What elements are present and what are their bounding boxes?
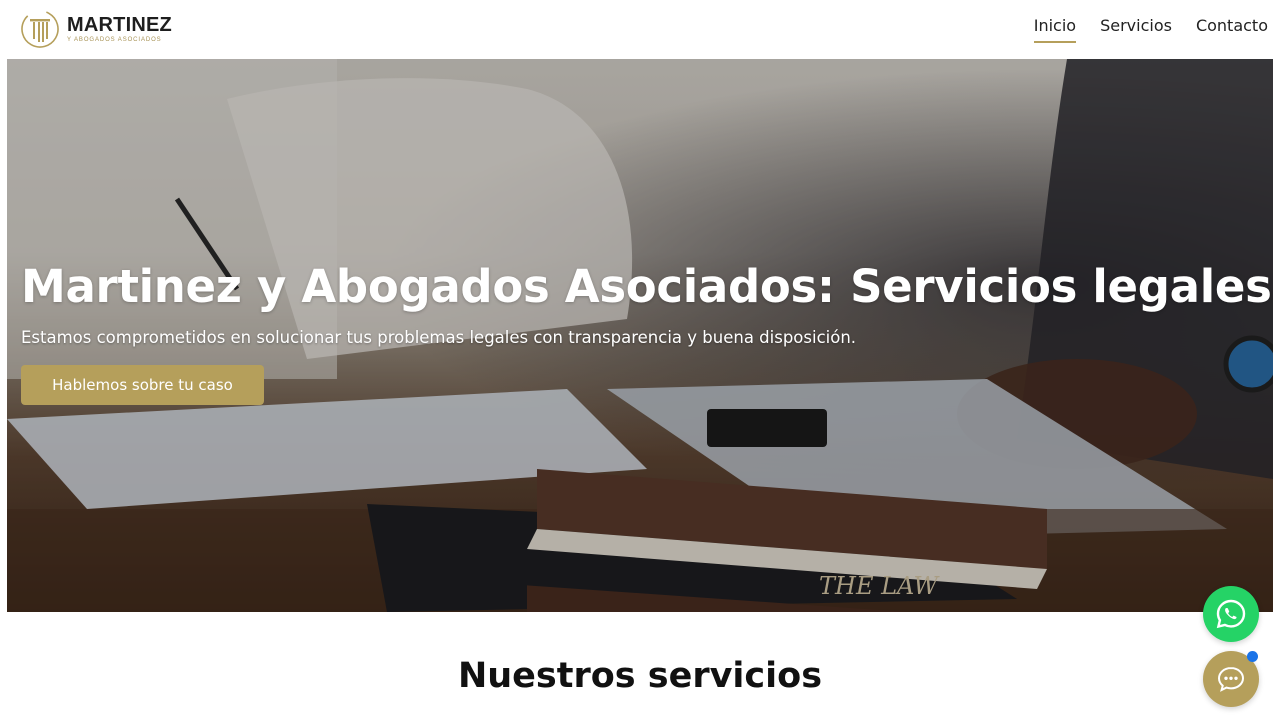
- services-heading: Nuestros servicios: [457, 656, 823, 696]
- logo[interactable]: MARTINEZ Y ABOGADOS ASOCIADOS: [20, 8, 172, 50]
- hero-subtitle: Estamos comprometidos en solucionar tus …: [21, 328, 857, 347]
- cta-button[interactable]: Hablemos sobre tu caso: [21, 365, 264, 405]
- nav-item-inicio[interactable]: Inicio: [1033, 16, 1077, 43]
- pillar-logo-icon: [20, 8, 64, 50]
- hero-title: Martinez y Abogados Asociados: Servicios…: [21, 260, 1272, 313]
- whatsapp-button[interactable]: [1203, 586, 1259, 642]
- site-header: MARTINEZ Y ABOGADOS ASOCIADOS Inicio Ser…: [0, 0, 1280, 59]
- logo-name: MARTINEZ: [67, 14, 172, 36]
- chat-bubble-icon: [1217, 666, 1245, 692]
- main-nav: Inicio Servicios Contacto: [1033, 16, 1268, 43]
- whatsapp-icon: [1216, 599, 1246, 629]
- nav-item-servicios[interactable]: Servicios: [1100, 16, 1172, 43]
- notification-dot: [1247, 651, 1258, 662]
- hero-section: THE LAW Martinez y Abogados Asociados: S…: [7, 59, 1273, 612]
- logo-tagline: Y ABOGADOS ASOCIADOS: [67, 37, 162, 43]
- nav-item-contacto[interactable]: Contacto: [1196, 16, 1268, 43]
- chat-button[interactable]: [1203, 651, 1259, 707]
